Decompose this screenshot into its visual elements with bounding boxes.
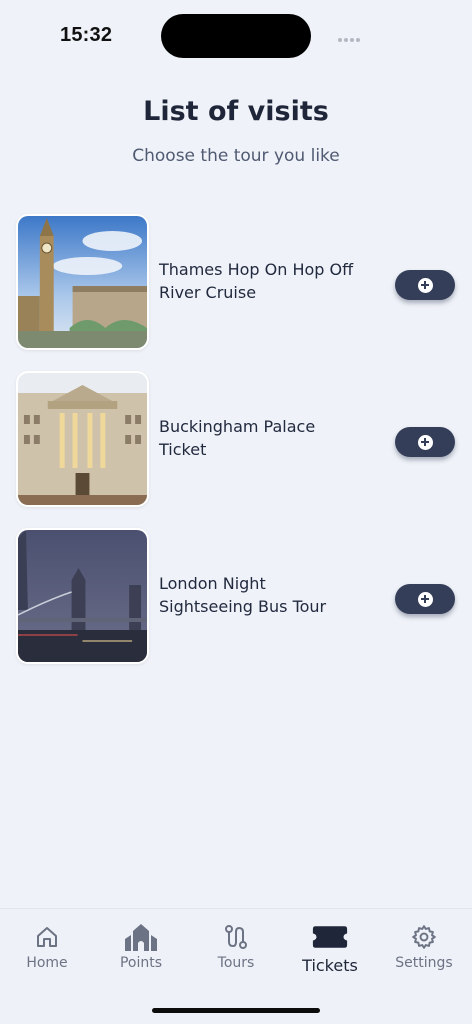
status-bar: 15:32 [0,0,472,60]
tab-label: Points [119,955,163,971]
visit-thumbnail [16,214,149,350]
visit-item[interactable]: London Night Sightseeing Bus Tour [16,528,456,664]
home-icon [29,923,65,951]
ticket-icon [312,923,348,951]
page-subtitle: Choose the tour you like [132,146,340,166]
gear-icon [406,923,442,951]
plus-circle-icon [417,277,433,293]
visit-item[interactable]: Thames Hop On Hop Off River Cruise [16,214,456,350]
tab-label: Home [26,955,68,971]
add-visit-button[interactable] [395,584,455,614]
visit-name: London Night Sightseeing Bus Tour [159,574,327,616]
add-visit-button[interactable] [395,427,455,457]
tab-settings[interactable]: Settings [377,923,471,979]
tab-tickets[interactable]: Tickets [283,923,377,979]
add-visit-button[interactable] [395,270,455,300]
church-icon [123,923,159,951]
plus-circle-icon [417,434,433,450]
visit-name: Buckingham Palace Ticket [159,417,316,459]
plus-circle-icon [417,591,433,607]
visit-thumbnail [16,371,149,507]
visit-thumbnail [16,528,149,664]
tab-label: Settings [395,955,453,971]
status-time: 15:32 [60,24,113,46]
tab-home[interactable]: Home [0,923,94,979]
status-dots-icon [338,38,360,42]
home-indicator[interactable] [152,1008,320,1013]
tab-bar: Home Points Tours Tickets Settings [0,908,472,1024]
dynamic-island [161,14,311,58]
route-icon [218,923,254,951]
visit-name: Thames Hop On Hop Off River Cruise [159,260,354,302]
page-title: List of visits [143,96,329,127]
visit-item[interactable]: Buckingham Palace Ticket [16,371,456,507]
tab-points[interactable]: Points [94,923,188,979]
tab-label: Tickets [302,956,358,975]
tab-tours[interactable]: Tours [189,923,283,979]
tab-label: Tours [217,955,255,971]
